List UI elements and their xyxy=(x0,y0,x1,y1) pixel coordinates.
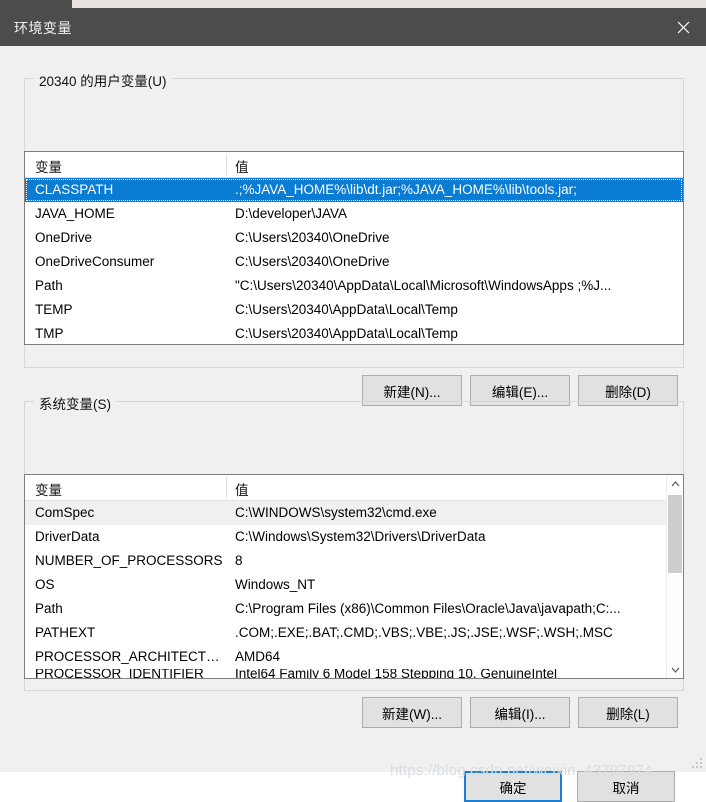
column-divider xyxy=(226,477,227,498)
user_section-variable-name: CLASSPATH xyxy=(35,182,114,197)
title-bar[interactable]: 环境变量 xyxy=(0,8,706,46)
table-row[interactable]: OS Windows_NT xyxy=(25,573,683,597)
system_section-variable-name: Path xyxy=(35,601,63,616)
system_section-variable-name: PATHEXT xyxy=(35,625,96,640)
system_section-variable-name: DriverData xyxy=(35,529,100,544)
system_section-variable-name: PROCESSOR_ARCHITECTU... xyxy=(35,649,223,664)
table-row[interactable]: Path "C:\Users\20340\AppData\Local\Micros… xyxy=(25,274,683,298)
user_section-variable-name: OneDriveConsumer xyxy=(35,254,155,269)
user_section-variable-value: C:\Users\20340\OneDrive xyxy=(235,230,390,245)
system-delete-button[interactable]: 删除(L) xyxy=(578,697,678,728)
dialog-client-area: 20340 的用户变量(U) 变量 值 CLASSPATH .;%JAVA_HOM… xyxy=(0,46,706,802)
user_section-variable-value: C:\Users\20340\AppData\Local\Temp xyxy=(235,302,458,317)
system_section-variable-value: C:\Windows\System32\Drivers\DriverData xyxy=(235,529,486,544)
scrollbar-thumb[interactable] xyxy=(668,495,682,573)
user_section-variable-name: JAVA_HOME xyxy=(35,206,115,221)
system-variables-scrollbar[interactable] xyxy=(666,475,683,678)
desktop-backdrop-right xyxy=(72,0,706,8)
close-icon[interactable] xyxy=(660,8,706,46)
system-column-header-name[interactable]: 变量 xyxy=(35,479,62,499)
cancel-button[interactable]: 取消 xyxy=(577,771,675,802)
system-variables-rows: ComSpec C:\WINDOWS\system32\cmd.exe Driver… xyxy=(25,501,683,679)
system_section-variable-name: NUMBER_OF_PROCESSORS xyxy=(35,553,223,568)
chevron-up-icon[interactable] xyxy=(667,475,683,492)
system_section-variable-name: OS xyxy=(35,577,55,592)
user-variables-list[interactable]: 变量 值 CLASSPATH .;%JAVA_HOME%\lib\dt.jar;%… xyxy=(24,151,684,345)
desktop-backdrop-left xyxy=(0,0,72,8)
system-edit-button[interactable]: 编辑(I)... xyxy=(470,697,570,728)
user_section-variable-name: Path xyxy=(35,278,63,293)
resize-grip[interactable] xyxy=(690,756,702,768)
user-variables-header: 变量 值 xyxy=(25,152,683,178)
table-row[interactable]: NUMBER_OF_PROCESSORS 8 xyxy=(25,549,683,573)
system_section-variable-name: ComSpec xyxy=(35,505,95,520)
window-title: 环境变量 xyxy=(14,20,72,36)
table-row[interactable]: PROCESSOR_IDENTIFIER Intel64 Family 6 Mod… xyxy=(25,669,683,679)
system-variables-list[interactable]: 变量 值 ComSpec C:\WINDOWS\system32\cmd.exe D… xyxy=(24,474,684,679)
system_section-variable-value: .COM;.EXE;.BAT;.CMD;.VBS;.VBE;.JS;.JSE;.… xyxy=(235,625,613,640)
system-variables-header: 变量 值 xyxy=(25,475,683,501)
system_section-variable-value: 8 xyxy=(235,553,243,568)
user_section-variable-name: OneDrive xyxy=(35,230,93,245)
user-variables-rows: CLASSPATH .;%JAVA_HOME%\lib\dt.jar;%JAVA_… xyxy=(25,178,683,344)
environment-variables-dialog: 环境变量 20340 的用户变量(U) 变量 值 CLASSPATH .;%JAV… xyxy=(0,8,706,802)
user-variables-legend: 20340 的用户变量(U) xyxy=(34,70,172,90)
user_section-variable-value: C:\Users\20340\OneDrive xyxy=(235,254,390,269)
table-row[interactable]: DriverData C:\Windows\System32\Drivers\Dr… xyxy=(25,525,683,549)
system-new-button[interactable]: 新建(W)... xyxy=(362,697,462,728)
user_section-variable-value: "C:\Users\20340\AppData\Local\Microsoft\… xyxy=(235,278,612,293)
user-column-header-name[interactable]: 变量 xyxy=(35,156,62,176)
table-row[interactable]: TMP C:\Users\20340\AppData\Local\Temp xyxy=(25,322,683,344)
ok-button[interactable]: 确定 xyxy=(464,771,562,802)
system-variables-legend: 系统变量(S) xyxy=(34,393,116,413)
system_section-variable-value: Windows_NT xyxy=(235,577,316,592)
table-row[interactable]: Path C:\Program Files (x86)\Common Files\… xyxy=(25,597,683,621)
table-row[interactable]: PATHEXT .COM;.EXE;.BAT;.CMD;.VBS;.VBE;.JS… xyxy=(25,621,683,645)
user_section-variable-name: TEMP xyxy=(35,302,73,317)
chevron-down-icon[interactable] xyxy=(667,661,683,678)
system_section-variable-value: Intel64 Family 6 Model 158 Stepping 10, … xyxy=(235,669,557,679)
system-column-header-value[interactable]: 值 xyxy=(235,479,249,499)
table-row[interactable]: PROCESSOR_ARCHITECTU... AMD64 xyxy=(25,645,683,669)
system_section-variable-value: C:\WINDOWS\system32\cmd.exe xyxy=(235,505,437,520)
user_section-variable-value: C:\Users\20340\AppData\Local\Temp xyxy=(235,326,458,341)
system_section-variable-name: PROCESSOR_IDENTIFIER xyxy=(35,669,204,679)
system_section-variable-value: C:\Program Files (x86)\Common Files\Orac… xyxy=(235,601,621,616)
user_section-variable-value: D:\developer\JAVA xyxy=(235,206,348,221)
table-row[interactable]: ComSpec C:\WINDOWS\system32\cmd.exe xyxy=(25,501,683,525)
table-row[interactable]: JAVA_HOME D:\developer\JAVA xyxy=(25,202,683,226)
table-row[interactable]: TEMP C:\Users\20340\AppData\Local\Temp xyxy=(25,298,683,322)
user_section-variable-name: TMP xyxy=(35,326,64,341)
table-row[interactable]: OneDrive C:\Users\20340\OneDrive xyxy=(25,226,683,250)
user_section-variable-value: .;%JAVA_HOME%\lib\dt.jar;%JAVA_HOME%\lib… xyxy=(235,182,577,197)
user-column-header-value[interactable]: 值 xyxy=(235,156,249,176)
table-row[interactable]: OneDriveConsumer C:\Users\20340\OneDrive xyxy=(25,250,683,274)
table-row[interactable]: CLASSPATH .;%JAVA_HOME%\lib\dt.jar;%JAVA_… xyxy=(25,178,683,202)
system_section-variable-value: AMD64 xyxy=(235,649,281,664)
column-divider xyxy=(226,154,227,175)
